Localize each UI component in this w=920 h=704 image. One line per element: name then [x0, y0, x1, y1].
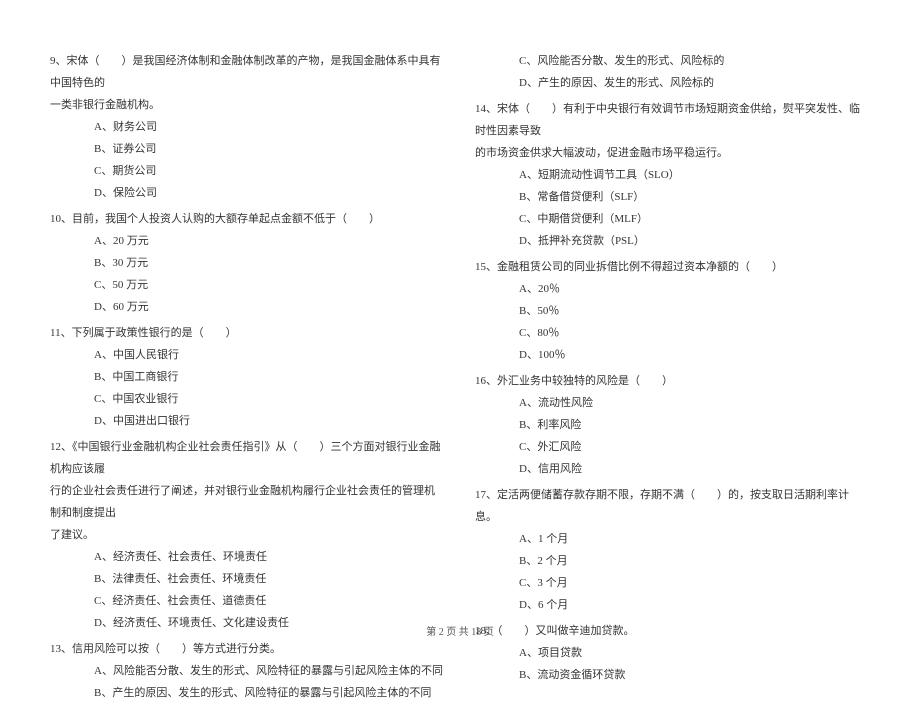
q9-option-a: A、财务公司 [50, 116, 445, 138]
q13-option-d: D、产生的原因、发生的形式、风险标的 [475, 72, 870, 94]
q15-option-c: C、80％ [475, 322, 870, 344]
question-9: 9、宋体（ ）是我国经济体制和金融体制改革的产物，是我国金融体系中具有中国特色的… [50, 50, 445, 204]
q10-option-b: B、30 万元 [50, 252, 445, 274]
q14-option-c: C、中期借贷便利（MLF） [475, 208, 870, 230]
q14-option-b: B、常备借贷便利（SLF） [475, 186, 870, 208]
q14-option-d: D、抵押补充贷款（PSL） [475, 230, 870, 252]
question-11: 11、下列属于政策性银行的是（ ） A、中国人民银行 B、中国工商银行 C、中国… [50, 322, 445, 432]
q18-option-a: A、项目贷款 [475, 642, 870, 664]
question-15: 15、金融租赁公司的同业拆借比例不得超过资本净额的（ ） A、20％ B、50％… [475, 256, 870, 366]
question-12: 12、《中国银行业金融机构企业社会责任指引》从（ ）三个方面对银行业金融机构应该… [50, 436, 445, 634]
q11-option-b: B、中国工商银行 [50, 366, 445, 388]
q16-option-a: A、流动性风险 [475, 392, 870, 414]
q14-stem-line2: 的市场资金供求大幅波动，促进金融市场平稳运行。 [475, 142, 870, 164]
q15-stem: 15、金融租赁公司的同业拆借比例不得超过资本净额的（ ） [475, 256, 870, 278]
right-column: C、风险能否分散、发生的形式、风险标的 D、产生的原因、发生的形式、风险标的 1… [475, 50, 870, 610]
q17-option-d: D、6 个月 [475, 594, 870, 616]
q12-stem-line3: 了建议。 [50, 524, 445, 546]
q14-option-a: A、短期流动性调节工具（SLO） [475, 164, 870, 186]
question-17: 17、定活两便储蓄存款存期不限，存期不满（ ）的，按支取日活期利率计息。 A、1… [475, 484, 870, 616]
two-column-layout: 9、宋体（ ）是我国经济体制和金融体制改革的产物，是我国金融体系中具有中国特色的… [50, 50, 870, 610]
q16-option-b: B、利率风险 [475, 414, 870, 436]
q10-stem: 10、目前，我国个人投资人认购的大额存单起点金额不低于（ ） [50, 208, 445, 230]
q10-option-d: D、60 万元 [50, 296, 445, 318]
q9-stem: 9、宋体（ ）是我国经济体制和金融体制改革的产物，是我国金融体系中具有中国特色的 [50, 50, 445, 94]
q10-option-a: A、20 万元 [50, 230, 445, 252]
q13-stem: 13、信用风险可以按（ ）等方式进行分类。 [50, 638, 445, 660]
q17-option-b: B、2 个月 [475, 550, 870, 572]
q13-option-a: A、风险能否分散、发生的形式、风险特征的暴露与引起风险主体的不同 [50, 660, 445, 682]
q11-option-a: A、中国人民银行 [50, 344, 445, 366]
q16-option-d: D、信用风险 [475, 458, 870, 480]
question-13: 13、信用风险可以按（ ）等方式进行分类。 A、风险能否分散、发生的形式、风险特… [50, 638, 445, 704]
q14-stem: 14、宋体（ ）有利于中央银行有效调节市场短期资金供给，熨平突发性、临时性因素导… [475, 98, 870, 142]
q9-stem-line2: 一类非银行金融机构。 [50, 94, 445, 116]
question-10: 10、目前，我国个人投资人认购的大额存单起点金额不低于（ ） A、20 万元 B… [50, 208, 445, 318]
page-footer: 第 2 页 共 18 页 [0, 623, 920, 638]
q12-option-b: B、法律责任、社会责任、环境责任 [50, 568, 445, 590]
q9-option-d: D、保险公司 [50, 182, 445, 204]
q17-option-a: A、1 个月 [475, 528, 870, 550]
q17-stem: 17、定活两便储蓄存款存期不限，存期不满（ ）的，按支取日活期利率计息。 [475, 484, 870, 528]
question-13-continued: C、风险能否分散、发生的形式、风险标的 D、产生的原因、发生的形式、风险标的 [475, 50, 870, 94]
q10-option-c: C、50 万元 [50, 274, 445, 296]
q17-option-c: C、3 个月 [475, 572, 870, 594]
q12-stem-line2: 行的企业社会责任进行了阐述，并对银行业金融机构履行企业社会责任的管理机制和制度提… [50, 480, 445, 524]
question-16: 16、外汇业务中较独特的风险是（ ） A、流动性风险 B、利率风险 C、外汇风险… [475, 370, 870, 480]
q11-option-d: D、中国进出口银行 [50, 410, 445, 432]
q15-option-a: A、20％ [475, 278, 870, 300]
q15-option-b: B、50％ [475, 300, 870, 322]
q13-option-b: B、产生的原因、发生的形式、风险特征的暴露与引起风险主体的不同 [50, 682, 445, 704]
q9-option-c: C、期货公司 [50, 160, 445, 182]
q16-option-c: C、外汇风险 [475, 436, 870, 458]
q9-option-b: B、证券公司 [50, 138, 445, 160]
q12-option-a: A、经济责任、社会责任、环境责任 [50, 546, 445, 568]
q18-option-b: B、流动资金循环贷款 [475, 664, 870, 686]
q16-stem: 16、外汇业务中较独特的风险是（ ） [475, 370, 870, 392]
q13-option-c: C、风险能否分散、发生的形式、风险标的 [475, 50, 870, 72]
q12-stem: 12、《中国银行业金融机构企业社会责任指引》从（ ）三个方面对银行业金融机构应该… [50, 436, 445, 480]
q11-option-c: C、中国农业银行 [50, 388, 445, 410]
question-14: 14、宋体（ ）有利于中央银行有效调节市场短期资金供给，熨平突发性、临时性因素导… [475, 98, 870, 252]
q12-option-c: C、经济责任、社会责任、道德责任 [50, 590, 445, 612]
q11-stem: 11、下列属于政策性银行的是（ ） [50, 322, 445, 344]
q15-option-d: D、100％ [475, 344, 870, 366]
left-column: 9、宋体（ ）是我国经济体制和金融体制改革的产物，是我国金融体系中具有中国特色的… [50, 50, 445, 610]
